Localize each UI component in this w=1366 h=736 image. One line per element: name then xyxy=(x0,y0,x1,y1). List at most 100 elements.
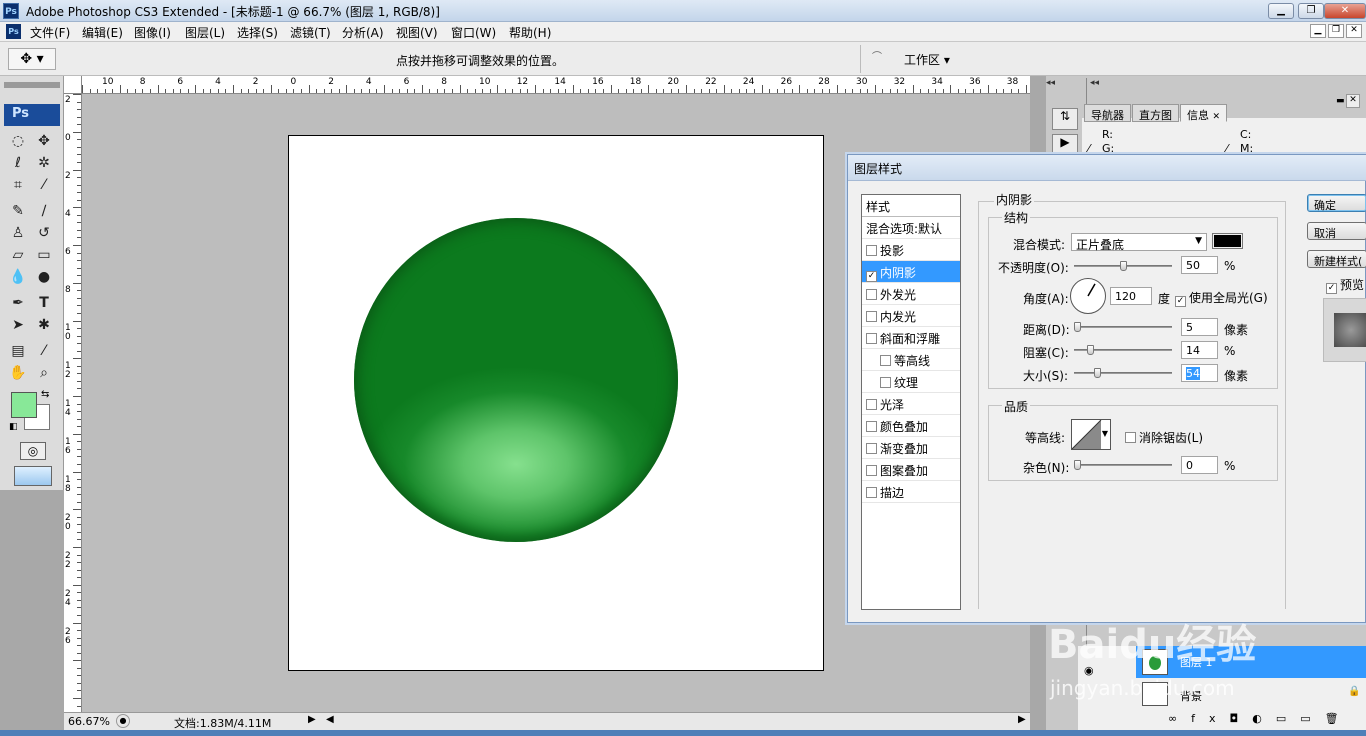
noise-slider-thumb[interactable] xyxy=(1074,460,1081,470)
quick-mask-icon[interactable]: ◎ xyxy=(20,442,46,460)
choke-input[interactable]: 14 xyxy=(1181,341,1218,359)
style-item[interactable]: 投影 xyxy=(862,239,960,261)
clone-stamp-tool-icon[interactable]: ♙ xyxy=(6,222,30,244)
checkbox-icon[interactable] xyxy=(866,487,877,498)
menu-item[interactable]: 图层(L) xyxy=(185,24,225,41)
notes-tool-icon[interactable]: ▤ xyxy=(6,340,30,362)
collapse-dock-icon[interactable]: ◂◂ xyxy=(1046,78,1080,90)
menu-item[interactable]: 图像(I) xyxy=(134,24,171,41)
palette-well-icon[interactable]: ⌒ xyxy=(872,48,882,63)
slice-tool-icon[interactable]: ⁄ xyxy=(32,174,56,196)
blur-tool-icon[interactable]: 💧 xyxy=(6,266,30,288)
eyedropper-tool-icon[interactable]: ⁄ xyxy=(32,340,56,362)
opacity-slider-thumb[interactable] xyxy=(1119,261,1127,271)
distance-slider[interactable] xyxy=(1074,322,1172,332)
ps-badge[interactable]: Ps xyxy=(4,104,60,126)
style-item[interactable]: 等高线 xyxy=(862,349,960,371)
zoom-tool-icon[interactable]: ⌕ xyxy=(32,362,56,384)
history-panel-icon[interactable]: ⇅ xyxy=(1052,108,1078,130)
menu-item[interactable]: 分析(A) xyxy=(342,24,384,41)
close-button[interactable]: ✕ xyxy=(1324,3,1366,19)
ok-button[interactable]: 确定 xyxy=(1307,194,1366,212)
crop-tool-icon[interactable]: ⌗ xyxy=(6,174,30,196)
checkbox-icon[interactable] xyxy=(866,465,877,476)
global-light-checkbox[interactable]: ✓ 使用全局光(G) xyxy=(1175,289,1268,307)
ruler-origin[interactable] xyxy=(64,76,82,94)
cancel-button[interactable]: 取消 xyxy=(1307,222,1366,240)
swap-colors-icon[interactable]: ⇆ xyxy=(41,389,49,400)
zoom-level[interactable]: 66.67% xyxy=(68,715,110,728)
shadow-color-swatch[interactable] xyxy=(1212,233,1243,249)
foreground-color-swatch[interactable] xyxy=(11,392,37,418)
doc-restore-button[interactable]: ❐ xyxy=(1328,24,1344,38)
gradient-tool-icon[interactable]: ▭ xyxy=(32,244,56,266)
checkbox-icon[interactable] xyxy=(866,289,877,300)
angle-input[interactable]: 120 xyxy=(1110,287,1152,305)
style-item[interactable]: 渐变叠加 xyxy=(862,437,960,459)
layers-footer-icons[interactable]: ∞fx◘◐▭▭🗑 xyxy=(1168,712,1366,730)
checkbox-icon[interactable] xyxy=(866,311,877,322)
tab-close-icon[interactable]: ✕ xyxy=(1213,112,1221,122)
size-slider-thumb[interactable] xyxy=(1093,368,1101,378)
checkbox-icon[interactable] xyxy=(866,443,877,454)
angle-dial[interactable] xyxy=(1070,278,1106,314)
lasso-tool-icon[interactable]: ℓ xyxy=(6,152,30,174)
maximize-button[interactable]: ❐ xyxy=(1298,3,1324,19)
pen-tool-icon[interactable]: ✒ xyxy=(6,292,30,314)
contour-picker[interactable]: ▼ xyxy=(1071,419,1111,450)
panel-close-icon[interactable]: ✕ xyxy=(1346,94,1360,108)
panel-collapse-icon[interactable]: ◂◂ xyxy=(1090,78,1099,88)
menu-item[interactable]: 文件(F) xyxy=(30,24,70,41)
size-slider[interactable] xyxy=(1074,368,1172,378)
style-item[interactable]: 图案叠加 xyxy=(862,459,960,481)
checkbox-icon[interactable]: ✓ xyxy=(866,271,877,282)
scroll-right-icon[interactable]: ▶ xyxy=(1018,714,1026,725)
magic-wand-tool-icon[interactable]: ✲ xyxy=(32,152,56,174)
style-item[interactable]: 斜面和浮雕 xyxy=(862,327,960,349)
blend-mode-select[interactable]: 正片叠底 ▼ xyxy=(1071,233,1207,252)
healing-brush-tool-icon[interactable]: ✎ xyxy=(6,200,30,222)
screen-mode-icon[interactable] xyxy=(14,466,52,486)
distance-input[interactable]: 5 xyxy=(1181,318,1218,336)
style-item[interactable]: 混合选项:默认 xyxy=(862,217,960,239)
menu-item[interactable]: 滤镜(T) xyxy=(290,24,331,41)
anti-alias-checkbox[interactable]: 消除锯齿(L) xyxy=(1125,429,1203,446)
preview-checkbox[interactable]: ✓ 预览 xyxy=(1326,276,1364,294)
path-selection-tool-icon[interactable]: ➤ xyxy=(6,314,30,336)
scroll-left-icon[interactable]: ◀ xyxy=(326,714,334,725)
style-list-header[interactable]: 样式 xyxy=(862,195,960,217)
checkbox-icon[interactable] xyxy=(880,355,891,366)
tab-info[interactable]: 信息 ✕ xyxy=(1180,104,1228,122)
doc-close-button[interactable]: ✕ xyxy=(1346,24,1362,38)
opacity-slider[interactable] xyxy=(1074,261,1172,271)
type-tool-icon[interactable]: T xyxy=(32,292,56,314)
toolbox-grip[interactable] xyxy=(4,82,60,88)
size-input[interactable]: 54 xyxy=(1181,364,1218,382)
checkbox-icon[interactable] xyxy=(866,333,877,344)
menu-item[interactable]: 视图(V) xyxy=(396,24,438,41)
style-item[interactable]: 颜色叠加 xyxy=(862,415,960,437)
actions-panel-icon[interactable]: ▶ xyxy=(1052,134,1078,156)
choke-slider-thumb[interactable] xyxy=(1086,345,1094,355)
menu-item[interactable]: 窗口(W) xyxy=(451,24,496,41)
checkbox-icon[interactable] xyxy=(866,245,877,256)
marquee-tool-icon[interactable]: ◌ xyxy=(6,130,30,152)
choke-slider[interactable] xyxy=(1074,345,1172,355)
new-style-button[interactable]: 新建样式( xyxy=(1307,250,1366,268)
style-item[interactable]: 内发光 xyxy=(862,305,960,327)
move-tool-preset-picker[interactable]: ✥ ▾ xyxy=(8,48,56,70)
menu-item[interactable]: 编辑(E) xyxy=(82,24,123,41)
eraser-tool-icon[interactable]: ▱ xyxy=(6,244,30,266)
default-colors-icon[interactable]: ◧ xyxy=(9,422,18,432)
menu-item[interactable]: 选择(S) xyxy=(237,24,278,41)
style-item[interactable]: 光泽 xyxy=(862,393,960,415)
dodge-tool-icon[interactable]: ● xyxy=(32,266,56,288)
opacity-input[interactable]: 50 xyxy=(1181,256,1218,274)
workspace-menu[interactable]: 工作区 ▾ xyxy=(904,51,950,68)
custom-shape-tool-icon[interactable]: ✱ xyxy=(32,314,56,336)
distance-slider-thumb[interactable] xyxy=(1074,322,1082,332)
move-tool-icon[interactable]: ✥ xyxy=(32,130,56,152)
dialog-title[interactable]: 图层样式 xyxy=(848,155,1366,181)
tab-navigator[interactable]: 导航器 xyxy=(1084,104,1131,122)
noise-slider[interactable] xyxy=(1074,460,1172,470)
